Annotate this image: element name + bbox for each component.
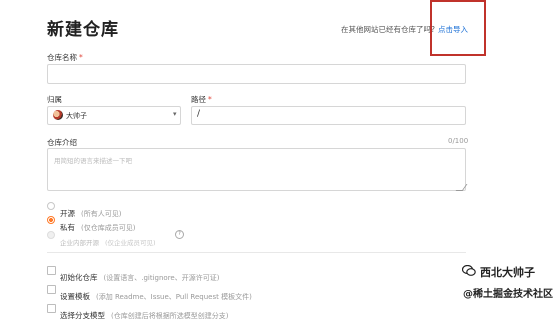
repo-name-input[interactable] — [47, 64, 466, 84]
repo-name-label: 仓库名称 * — [47, 53, 83, 62]
highlight-box — [430, 0, 486, 56]
page-title: 新建仓库 — [47, 20, 119, 40]
description-placeholder: 用简短的语言来描述一下吧 — [54, 157, 132, 165]
watermark-line1: 西北大帅子 — [480, 266, 535, 279]
option-internal: 企业内部开源 (仅企业成员可见) — [60, 239, 156, 247]
path-value: / — [197, 109, 201, 119]
chevron-down-icon: ▾ — [173, 110, 177, 118]
init-repo-option: 初始化仓库 (设置语言、.gitignore、开源许可证) — [60, 273, 220, 282]
watermark: 西北大帅子 @稀土掘金技术社区 — [458, 263, 553, 303]
owner-selected-value: 大帅子 — [66, 112, 87, 120]
checkbox-init-repo[interactable] — [47, 266, 56, 275]
checkbox-branch-model[interactable] — [47, 304, 56, 313]
radio-public[interactable] — [47, 202, 55, 210]
template-option: 设置模板 (添加 Readme、Issue、Pull Request 模板文件) — [60, 292, 252, 301]
path-input[interactable] — [191, 106, 466, 125]
checkbox-template[interactable] — [47, 285, 56, 294]
watermark-line2: @稀土掘金技术社区 — [463, 289, 553, 300]
import-question: 在其他网站已经有仓库了吗? — [341, 25, 435, 34]
wechat-icon — [462, 265, 476, 276]
radio-internal[interactable] — [47, 231, 55, 239]
avatar — [53, 110, 63, 120]
radio-private[interactable] — [47, 216, 55, 224]
help-icon[interactable]: ? — [175, 230, 184, 239]
divider — [47, 252, 466, 253]
description-label: 仓库介绍 — [47, 138, 77, 147]
owner-label: 归属 — [47, 95, 62, 104]
branch-model-option: 选择分支模型 (仓库创建后将根据所选模型创建分支) — [60, 311, 229, 320]
path-label: 路径 * — [191, 95, 212, 104]
description-counter: 0/100 — [448, 137, 469, 145]
